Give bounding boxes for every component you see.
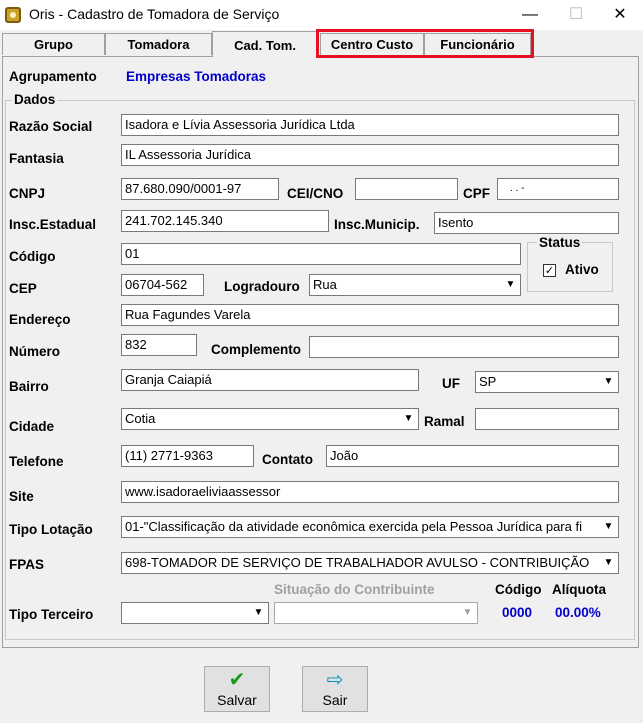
salvar-button[interactable]: ✔ Salvar	[204, 666, 270, 712]
status-title: Status	[537, 235, 583, 250]
tipo-terceiro-select[interactable]: ▼	[121, 602, 269, 624]
aliquota-header: Alíquota	[552, 582, 606, 597]
check-icon: ✔	[228, 669, 246, 691]
chevron-down-icon[interactable]: ▼	[600, 518, 617, 536]
maximize-button[interactable]: ☐	[553, 0, 599, 30]
chevron-down-icon[interactable]: ▼	[502, 276, 519, 294]
site-label: Site	[9, 489, 34, 504]
telefone-label: Telefone	[9, 454, 64, 469]
situacao-contribuinte-label: Situação do Contribuinte	[274, 582, 435, 597]
ramal-input[interactable]	[475, 408, 619, 430]
app-icon	[5, 7, 21, 23]
cpf-input[interactable]: . . -	[497, 178, 619, 200]
bairro-input[interactable]: Granja Caiapiá	[121, 369, 419, 391]
cei-label: CEI/CNO	[287, 186, 344, 201]
numero-input[interactable]: 832	[121, 334, 197, 356]
chevron-down-icon[interactable]: ▼	[400, 410, 417, 428]
fpas-label: FPAS	[9, 557, 45, 572]
tab-tomadora[interactable]: Tomadora	[105, 33, 212, 55]
tipo-terceiro-label: Tipo Terceiro	[9, 607, 94, 622]
fantasia-input[interactable]: IL Assessoria Jurídica	[121, 144, 619, 166]
aliquota-value: 00.00%	[555, 605, 601, 620]
close-button[interactable]: ✕	[597, 0, 643, 30]
codigo-label: Código	[9, 249, 56, 264]
cidade-select[interactable]: Cotia ▼	[121, 408, 419, 430]
ramal-label: Ramal	[424, 414, 465, 429]
cidade-value: Cotia	[125, 411, 156, 426]
cnpj-input[interactable]: 87.680.090/0001-97	[121, 178, 279, 200]
tipo-lotacao-select[interactable]: 01-"Classificação da atividade econômica…	[121, 516, 619, 538]
chevron-down-icon[interactable]: ▼	[600, 373, 617, 391]
tab-cad-tom[interactable]: Cad. Tom.	[212, 31, 318, 57]
logradouro-select[interactable]: Rua ▼	[309, 274, 521, 296]
numero-label: Número	[9, 344, 61, 359]
insc-municip-input[interactable]: Isento	[434, 212, 619, 234]
tab-grupo[interactable]: Grupo	[2, 33, 105, 55]
razao-social-label: Razão Social	[9, 119, 93, 134]
agrupamento-value: Empresas Tomadoras	[126, 69, 267, 84]
telefone-input[interactable]: (11) 2771-9363	[121, 445, 254, 467]
complemento-label: Complemento	[211, 342, 302, 357]
contato-input[interactable]: João	[326, 445, 619, 467]
cep-input[interactable]: 06704-562	[121, 274, 204, 296]
razao-social-input[interactable]: Isadora e Lívia Assessoria Jurídica Ltda	[121, 114, 619, 136]
endereco-input[interactable]: Rua Fagundes Varela	[121, 304, 619, 326]
chevron-down-icon[interactable]: ▼	[459, 604, 476, 622]
chevron-down-icon[interactable]: ▼	[250, 604, 267, 622]
dados-title: Dados	[12, 92, 58, 107]
chevron-down-icon[interactable]: ▼	[600, 554, 617, 572]
sair-button[interactable]: ⇨ Sair	[302, 666, 368, 712]
codigo-value: 0000	[502, 605, 533, 620]
tab-highlight-box	[316, 29, 534, 58]
fantasia-label: Fantasia	[9, 151, 64, 166]
insc-estadual-input[interactable]: 241.702.145.340	[121, 210, 329, 232]
fpas-value: 698-TOMADOR DE SERVIÇO DE TRABALHADOR AV…	[125, 555, 590, 570]
ativo-checkbox[interactable]: ✓	[543, 264, 556, 277]
uf-select[interactable]: SP ▼	[475, 371, 619, 393]
cep-label: CEP	[9, 281, 37, 296]
contato-label: Contato	[262, 452, 313, 467]
cidade-label: Cidade	[9, 419, 55, 434]
logradouro-label: Logradouro	[224, 279, 300, 294]
situacao-contribuinte-select[interactable]: ▼	[274, 602, 478, 624]
ativo-label: Ativo	[565, 262, 599, 277]
logradouro-value: Rua	[313, 277, 337, 292]
agrupamento-label: Agrupamento	[9, 69, 97, 84]
cnpj-label: CNPJ	[9, 186, 46, 201]
sair-label: Sair	[322, 692, 348, 708]
uf-value: SP	[479, 374, 497, 389]
minimize-button[interactable]: —	[507, 0, 553, 30]
cpf-label: CPF	[463, 186, 490, 201]
insc-municip-label: Insc.Municip.	[334, 217, 420, 232]
complemento-input[interactable]	[309, 336, 619, 358]
bairro-label: Bairro	[9, 379, 49, 394]
uf-label: UF	[442, 376, 460, 391]
tipo-lotacao-value: 01-"Classificação da atividade econômica…	[125, 519, 582, 534]
window-title: Oris - Cadastro de Tomadora de Serviço	[29, 6, 280, 22]
arrow-right-icon: ⇨	[326, 669, 344, 691]
endereco-label: Endereço	[9, 312, 71, 327]
cei-input[interactable]	[355, 178, 458, 200]
codigo-input[interactable]: 01	[121, 243, 521, 265]
site-input[interactable]: www.isadoraeliviaassessor	[121, 481, 619, 503]
codigo-header: Código	[495, 582, 542, 597]
salvar-label: Salvar	[217, 692, 257, 708]
fpas-select[interactable]: 698-TOMADOR DE SERVIÇO DE TRABALHADOR AV…	[121, 552, 619, 574]
insc-estadual-label: Insc.Estadual	[9, 217, 97, 232]
tipo-lotacao-label: Tipo Lotação	[9, 522, 93, 537]
